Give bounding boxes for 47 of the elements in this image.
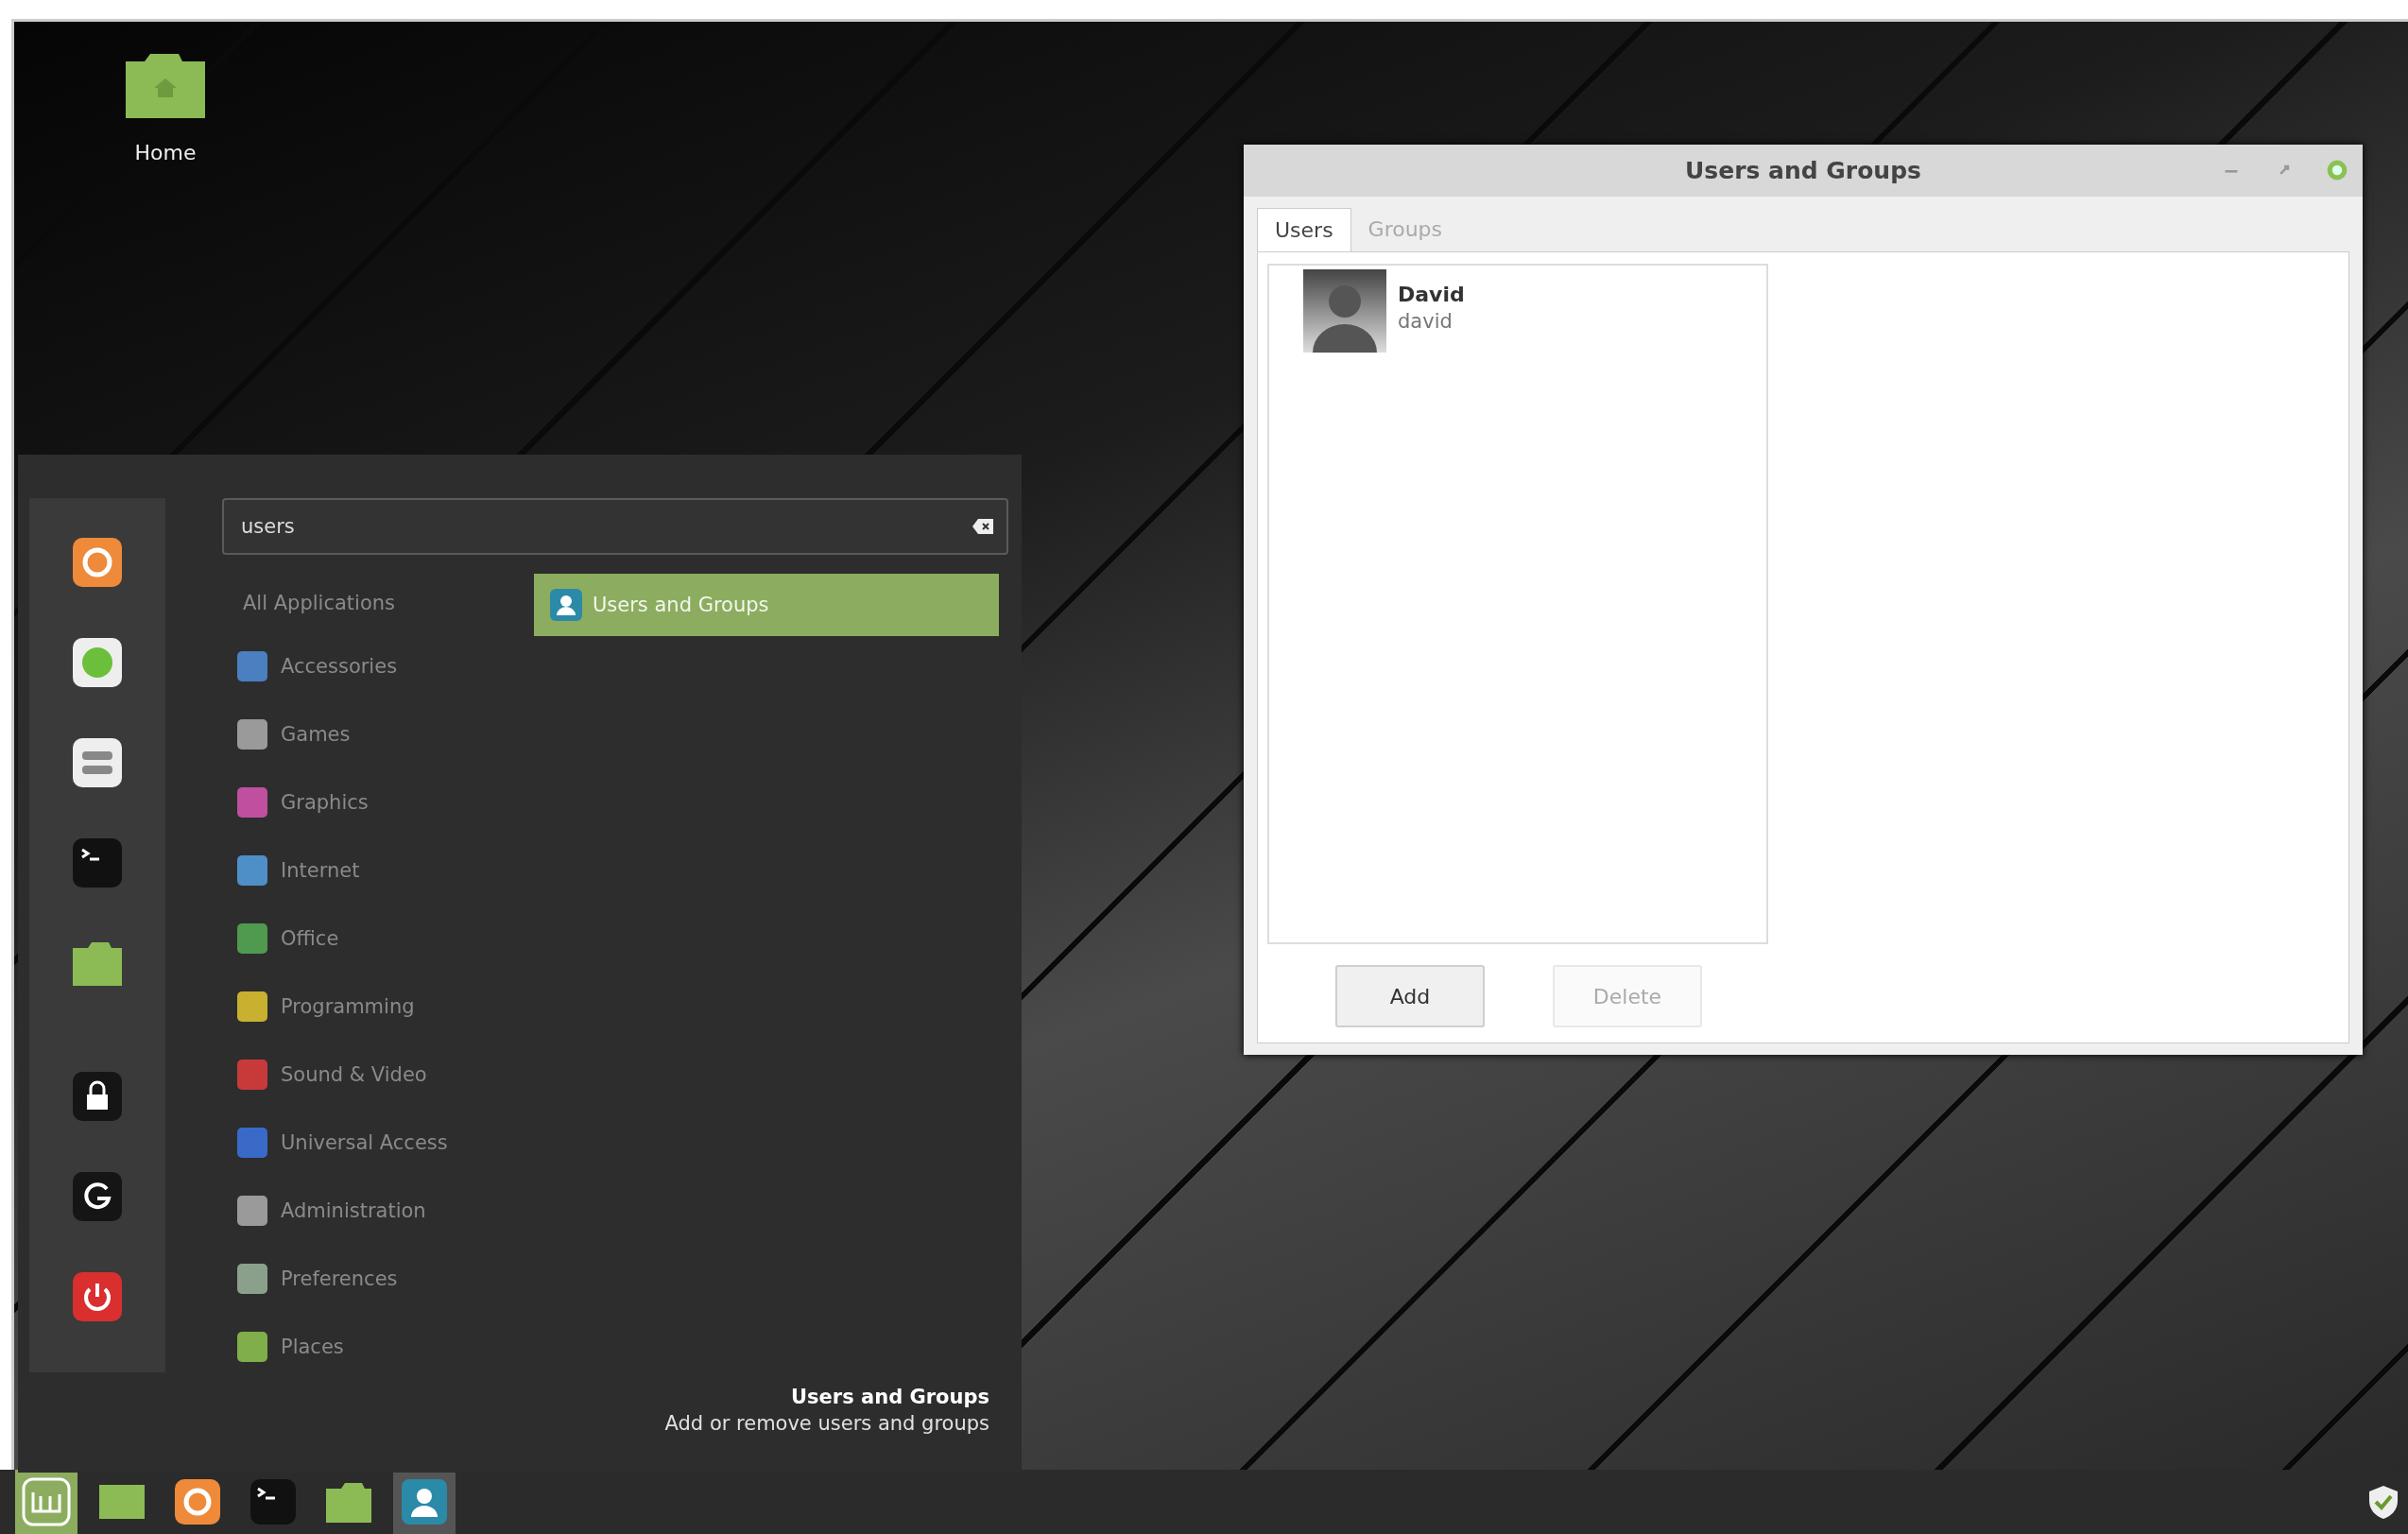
add-button[interactable]: Add [1335, 965, 1485, 1027]
category-icon [235, 1058, 269, 1092]
category-item[interactable]: All Applications [222, 574, 496, 632]
category-icon [235, 785, 269, 819]
tab[interactable]: Groups [1350, 208, 1460, 251]
category-icon [235, 1330, 269, 1364]
category-item[interactable]: Office [222, 905, 496, 973]
category-icon [235, 853, 269, 888]
settings-icon[interactable] [71, 736, 124, 789]
category-icon [235, 990, 269, 1024]
clear-icon[interactable] [972, 519, 993, 534]
description-text: Add or remove users and groups [664, 1412, 989, 1435]
power-icon[interactable] [71, 1270, 124, 1323]
tab[interactable]: Users [1257, 208, 1351, 251]
home-label: Home [134, 141, 197, 164]
category-icon [235, 717, 269, 751]
window-title: Users and Groups [1685, 157, 1921, 184]
category-icon [235, 922, 269, 956]
search-field[interactable]: users [222, 498, 1008, 555]
user-name: David [1398, 283, 1465, 306]
category-item[interactable]: Internet [222, 836, 496, 905]
category-item[interactable]: Preferences [222, 1245, 496, 1313]
category-item[interactable]: Sound & Video [222, 1041, 496, 1109]
category-item[interactable]: Graphics [222, 768, 496, 836]
terminal-icon[interactable] [71, 836, 124, 889]
category-icon [235, 1194, 269, 1228]
lock-icon[interactable] [71, 1070, 124, 1123]
category-item[interactable]: Universal Access [222, 1109, 496, 1177]
category-icon [235, 1126, 269, 1160]
logout-icon[interactable] [71, 1170, 124, 1223]
category-item[interactable]: Administration [222, 1177, 496, 1245]
category-icon [235, 1262, 269, 1296]
browser-icon[interactable] [71, 536, 124, 589]
category-item[interactable]: Accessories [222, 632, 496, 700]
result-item[interactable]: Users and Groups [534, 574, 999, 636]
mint-taskbar-button[interactable] [15, 1470, 77, 1534]
user-icon [549, 588, 583, 622]
software-icon[interactable] [71, 636, 124, 689]
description-title: Users and Groups [791, 1386, 989, 1408]
avatar-silhouette-icon [1303, 269, 1386, 353]
user-login: david [1398, 310, 1453, 333]
category-item[interactable]: Programming [222, 973, 496, 1041]
users-taskbar-button[interactable] [393, 1470, 456, 1534]
category-item[interactable]: Places [222, 1313, 496, 1381]
category-icon [235, 649, 269, 683]
mint-icon [20, 1475, 73, 1528]
category-item[interactable]: Games [222, 700, 496, 768]
